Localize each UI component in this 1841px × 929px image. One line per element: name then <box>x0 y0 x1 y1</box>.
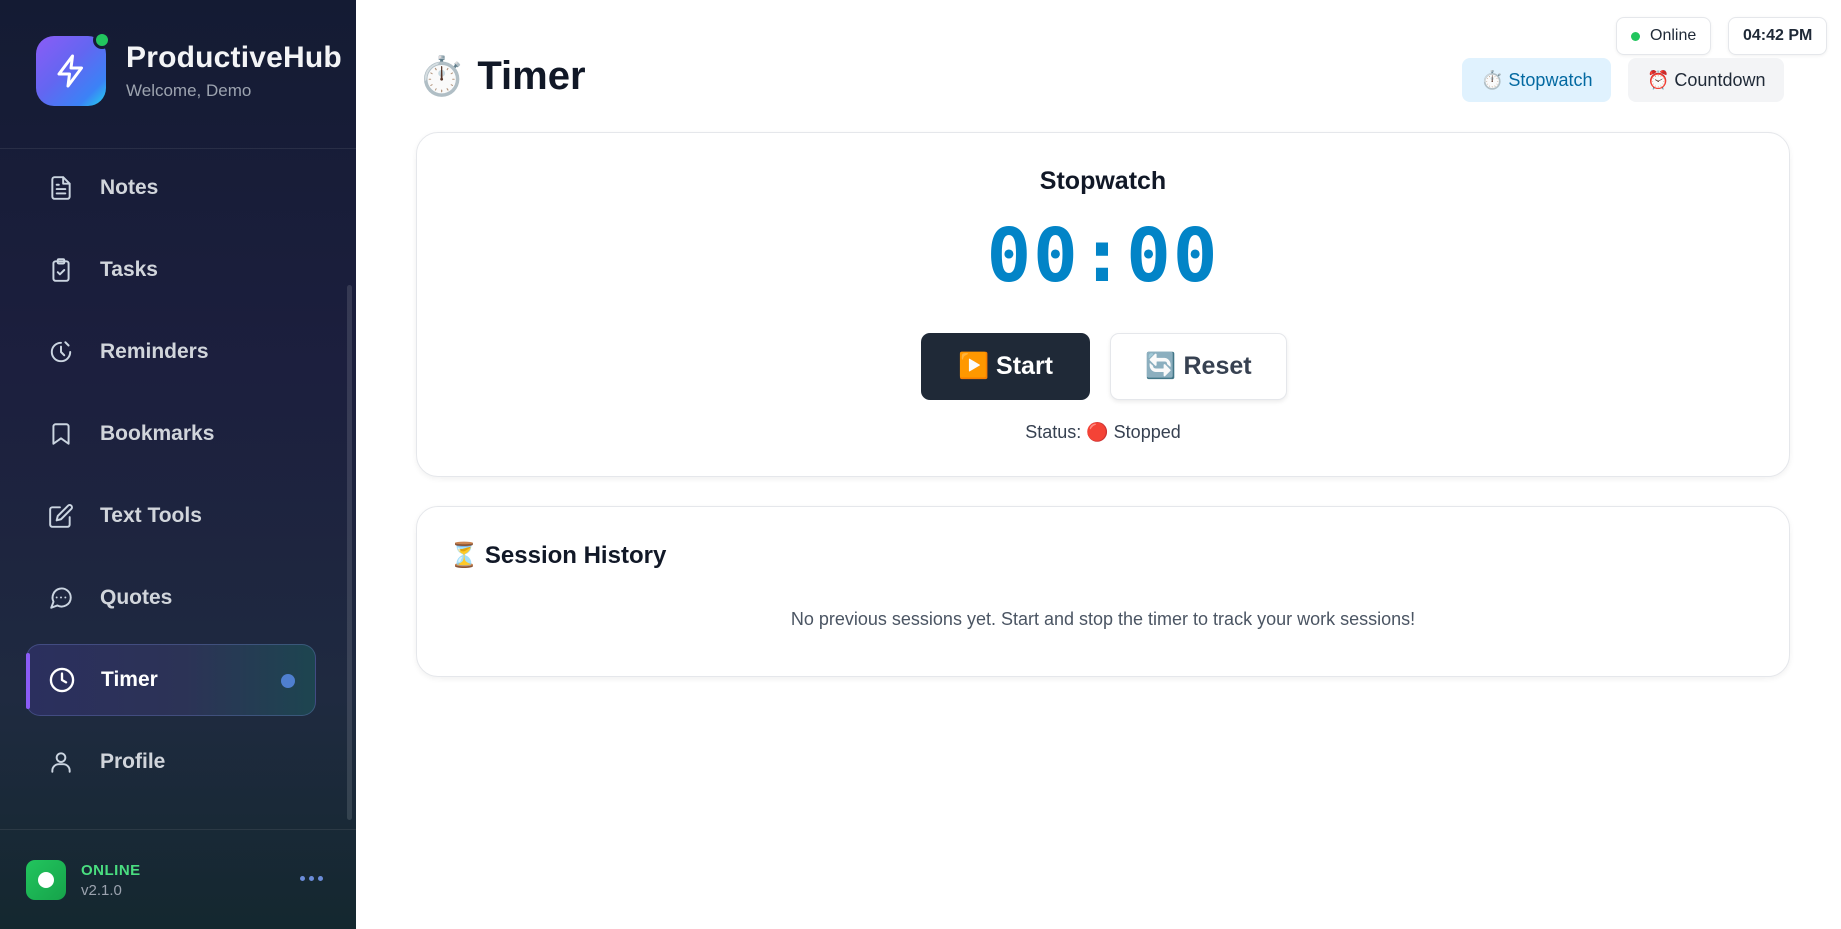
clock-alert-icon <box>46 337 76 367</box>
timer-status: Status: 🔴 Stopped <box>1025 422 1181 442</box>
bookmark-icon <box>46 419 76 449</box>
sidebar: ProductiveHub Welcome, Demo Notes Tasks … <box>0 0 356 929</box>
sidebar-item-tasks[interactable]: Tasks <box>26 234 316 306</box>
sidebar-item-label: Tasks <box>100 258 158 281</box>
reset-button[interactable]: 🔄 Reset <box>1110 333 1287 400</box>
page-title: ⏱️ Timer <box>418 54 586 99</box>
sidebar-item-label: Text Tools <box>100 504 202 527</box>
sidebar-footer: ONLINE v2.1.0 <box>26 860 141 900</box>
clipboard-check-icon <box>46 255 76 285</box>
empty-history-message: No previous sessions yet. Start and stop… <box>790 609 1416 629</box>
brand-title: ProductiveHub <box>126 41 342 74</box>
main-content: ⏱️ Timer Online 04:42 PM ⏱️ Stopwatch ⏰ … <box>356 0 1841 929</box>
timer-title: Stopwatch <box>1039 167 1167 195</box>
status-badge-icon <box>26 860 66 900</box>
chat-bubble-icon <box>46 583 76 613</box>
lightning-icon <box>57 54 83 88</box>
footer-status: ONLINE <box>81 861 141 879</box>
sidebar-item-bookmarks[interactable]: Bookmarks <box>26 398 316 470</box>
sidebar-scrollbar[interactable] <box>347 285 352 820</box>
stopwatch-icon: ⏱️ <box>418 55 466 98</box>
sidebar-item-quotes[interactable]: Quotes <box>26 562 316 634</box>
sidebar-item-label: Notes <box>100 176 159 199</box>
countdown-mode-button[interactable]: ⏰ Countdown <box>1628 58 1785 102</box>
active-indicator-bar <box>26 653 30 709</box>
app-version: v2.1.0 <box>81 881 122 899</box>
sidebar-item-label: Bookmarks <box>100 422 215 445</box>
timer-card: Stopwatch 00:00 ▶️ Start 🔄 Reset Status:… <box>416 132 1790 477</box>
page-title-text: Timer <box>477 54 586 98</box>
online-indicator-dot <box>93 31 111 49</box>
timer-display: 00:00 <box>986 213 1220 299</box>
active-dot <box>281 674 295 688</box>
stopwatch-mode-button[interactable]: ⏱️ Stopwatch <box>1462 58 1612 102</box>
edit-icon <box>46 501 76 531</box>
welcome-text: Welcome, Demo <box>126 81 252 100</box>
more-options-icon[interactable] <box>300 876 323 881</box>
sidebar-nav: Notes Tasks Reminders Bookmarks Text Too… <box>26 148 316 798</box>
sidebar-item-label: Timer <box>101 668 158 691</box>
sidebar-item-label: Profile <box>100 750 166 773</box>
sidebar-item-text-tools[interactable]: Text Tools <box>26 480 316 552</box>
sidebar-item-label: Reminders <box>100 340 209 363</box>
sidebar-item-profile[interactable]: Profile <box>26 726 316 798</box>
clock-display: 04:42 PM <box>1728 17 1828 55</box>
connection-status: Online <box>1616 17 1712 55</box>
sidebar-item-label: Quotes <box>100 586 173 609</box>
connection-status-text: Online <box>1650 27 1697 44</box>
session-history-card: ⏳ Session History No previous sessions y… <box>416 506 1790 677</box>
start-button[interactable]: ▶️ Start <box>921 333 1090 400</box>
sidebar-item-reminders[interactable]: Reminders <box>26 316 316 388</box>
file-text-icon <box>46 173 76 203</box>
session-history-heading: Session History <box>484 541 667 569</box>
sidebar-item-timer[interactable]: Timer <box>26 644 316 716</box>
online-dot-icon <box>1631 31 1640 41</box>
user-icon <box>46 747 76 777</box>
session-history-title: ⏳ Session History <box>449 541 666 570</box>
brand: ProductiveHub Welcome, Demo <box>36 31 342 106</box>
hourglass-icon: ⏳ <box>449 542 479 569</box>
sidebar-footer-divider <box>0 829 356 830</box>
app-logo[interactable] <box>36 31 111 106</box>
clock-icon <box>47 665 77 695</box>
sidebar-item-notes[interactable]: Notes <box>26 152 316 224</box>
